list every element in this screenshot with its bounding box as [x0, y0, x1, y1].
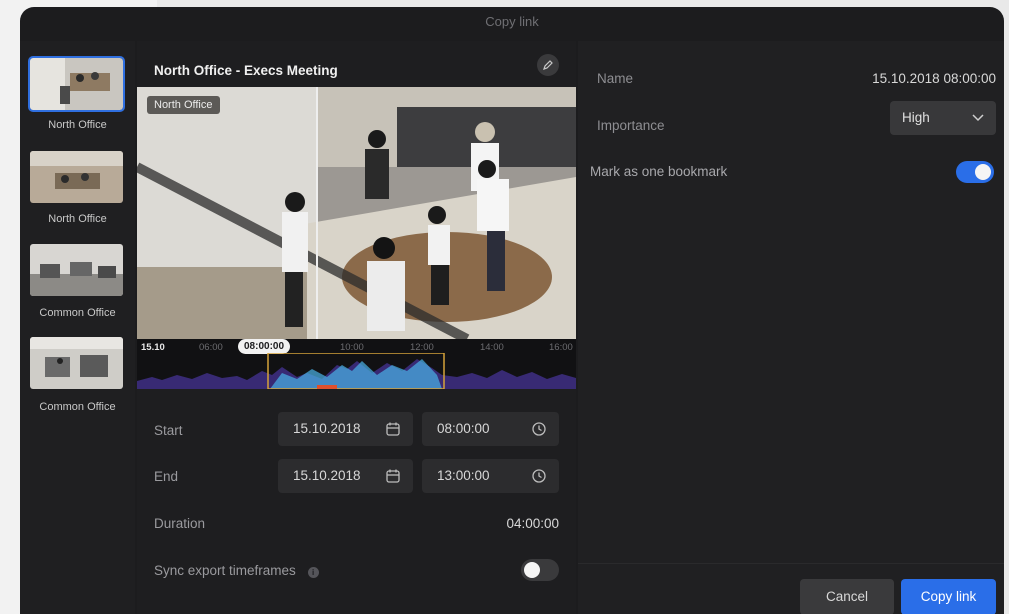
toggle-knob	[524, 562, 540, 578]
timeline-tick: 10:00	[340, 342, 364, 353]
camera-label-4: Common Office	[39, 401, 116, 413]
end-time-value: 13:00:00	[437, 468, 490, 483]
camera-title: North Office - Execs Meeting	[154, 63, 338, 78]
copy-link-dialog: Copy link North Office North Office Comm…	[20, 7, 1004, 614]
camera-label-2: North Office	[48, 213, 107, 225]
importance-select[interactable]: High	[890, 101, 996, 135]
name-label: Name	[597, 71, 634, 86]
start-date-field[interactable]: 15.10.2018	[278, 412, 413, 446]
camera-thumbnail-1[interactable]	[28, 56, 125, 112]
calendar-icon[interactable]	[385, 421, 401, 437]
camera-label-1: North Office	[48, 119, 107, 131]
sync-label-text: Sync export timeframes	[154, 563, 296, 578]
start-time-value: 08:00:00	[437, 421, 490, 436]
timeline-tick: 16:00	[549, 342, 573, 353]
camera-thumbnail-2[interactable]	[30, 151, 123, 203]
start-date-value: 15.10.2018	[293, 421, 361, 436]
timeline-date-label: 15.10	[141, 342, 165, 353]
cancel-button[interactable]: Cancel	[800, 579, 894, 614]
timeline-tick: 06:00	[199, 342, 223, 353]
video-preview[interactable]: North Office	[137, 87, 576, 339]
calendar-icon[interactable]	[385, 468, 401, 484]
camera-label-3: Common Office	[39, 307, 116, 319]
info-icon[interactable]: i	[307, 567, 319, 578]
camera-thumbnail-4[interactable]	[30, 337, 123, 389]
end-label: End	[154, 469, 179, 484]
start-time-field[interactable]: 08:00:00	[422, 412, 559, 446]
start-label: Start	[154, 423, 183, 438]
one-bookmark-label: Mark as one bookmark	[590, 164, 728, 179]
sync-label: Sync export timeframes i	[154, 563, 319, 578]
timeline-tick: 12:00	[410, 342, 434, 353]
dialog-title: Copy link	[485, 14, 539, 29]
end-date-value: 15.10.2018	[293, 468, 361, 483]
sync-toggle[interactable]	[521, 559, 559, 581]
timeline-waveform	[137, 353, 576, 389]
pencil-icon	[543, 60, 553, 70]
details-panel: Name 15.10.2018 08:00:00 Importance High…	[578, 41, 1004, 614]
copy-link-button[interactable]: Copy link	[901, 579, 996, 614]
meeting-scene-image	[137, 87, 576, 339]
dialog-footer: Cancel Copy link	[578, 563, 1004, 614]
camera-thumbnail-3[interactable]	[30, 244, 123, 296]
importance-value: High	[902, 110, 930, 125]
duration-value: 04:00:00	[506, 516, 559, 531]
clock-icon[interactable]	[531, 468, 547, 484]
importance-label: Importance	[597, 118, 665, 133]
duration-label: Duration	[154, 516, 206, 531]
video-camera-badge: North Office	[147, 96, 220, 114]
end-date-field[interactable]: 15.10.2018	[278, 459, 413, 493]
timeline-tick: 14:00	[480, 342, 504, 353]
one-bookmark-toggle[interactable]	[956, 161, 994, 183]
chevron-down-icon	[972, 114, 984, 122]
camera-sidebar: North Office North Office Common Office …	[20, 41, 135, 614]
clock-icon[interactable]	[531, 421, 547, 437]
end-time-field[interactable]: 13:00:00	[422, 459, 559, 493]
edit-button[interactable]	[537, 54, 559, 76]
timeline-current-time[interactable]: 08:00:00	[238, 339, 291, 354]
name-value: 15.10.2018 08:00:00	[872, 71, 996, 86]
preview-panel: North Office - Execs Meeting North Offic…	[137, 41, 576, 614]
timeline-scrubber[interactable]: 15.10 06:00 10:00 12:00 14:00 16:00 08:0…	[137, 339, 576, 389]
toggle-knob	[975, 164, 991, 180]
